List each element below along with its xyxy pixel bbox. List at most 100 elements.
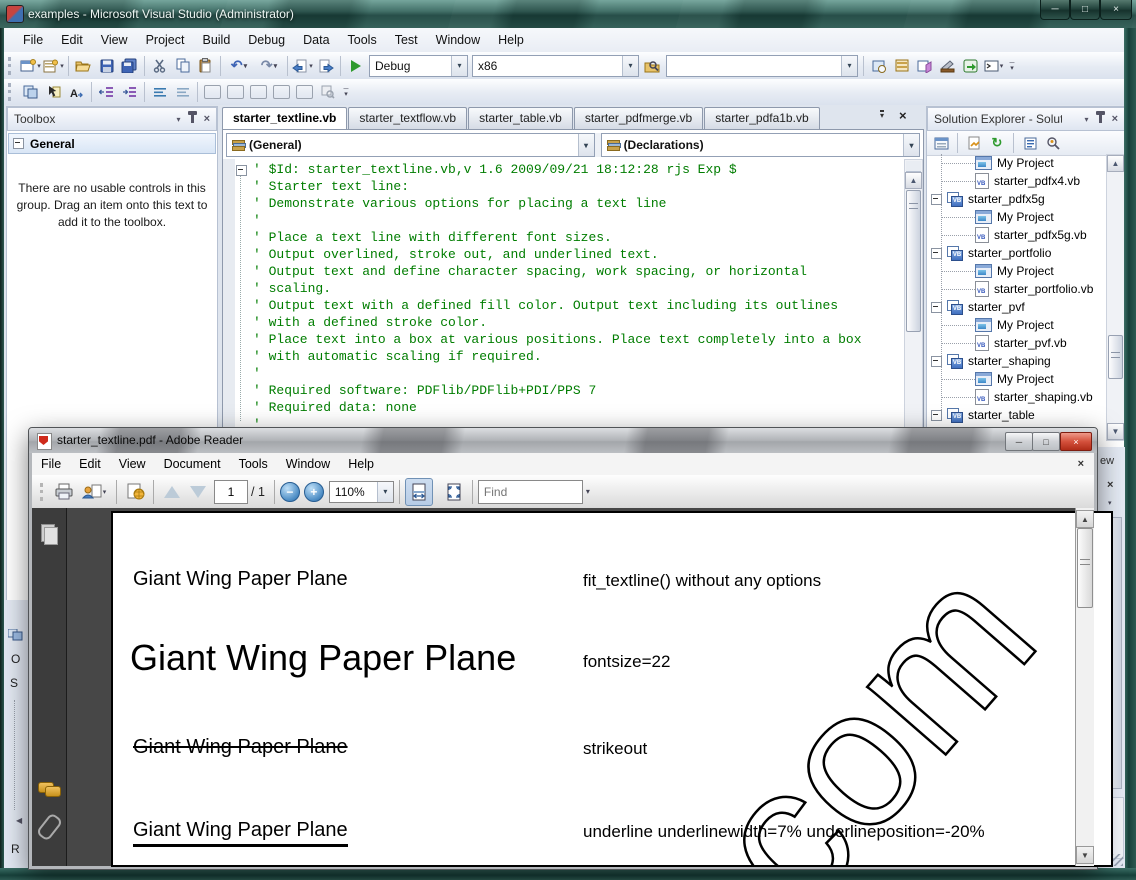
- uncomment-lines-button[interactable]: [171, 81, 194, 103]
- toolbar-overflow-button[interactable]: ─▾: [1005, 55, 1019, 77]
- show-all-files-button[interactable]: [964, 133, 984, 153]
- solution-explorer-titlebar[interactable]: Solution Explorer - Solutio... ▾ ×: [927, 107, 1125, 131]
- toolbox-titlebar[interactable]: Toolbox ▾ ×: [7, 107, 217, 131]
- close-icon[interactable]: ×: [1112, 113, 1118, 125]
- open-file-button[interactable]: [72, 55, 95, 77]
- zoom-in-button[interactable]: +: [304, 482, 324, 502]
- cut-button[interactable]: [148, 55, 171, 77]
- tree-item-starter-pvf-vb[interactable]: VBstarter_pvf.vb: [927, 334, 1107, 352]
- vs-menu-edit[interactable]: Edit: [52, 29, 92, 51]
- tab-starter-table[interactable]: starter_table.vb: [468, 107, 573, 129]
- toolbar-grip[interactable]: [40, 483, 47, 501]
- attachments-panel-icon[interactable]: [35, 812, 63, 842]
- adobe-menu-window[interactable]: Window: [277, 457, 339, 471]
- collapse-icon[interactable]: [931, 410, 942, 421]
- tree-item-starter-pdfx5g[interactable]: VBstarter_pdfx5g: [927, 190, 1107, 208]
- adobe-menu-tools[interactable]: Tools: [230, 457, 277, 471]
- adobe-maximize-button[interactable]: □: [1032, 432, 1060, 451]
- pin-icon[interactable]: [1099, 115, 1102, 123]
- find-dropdown-button[interactable]: ▾: [586, 487, 590, 496]
- vs-menu-data[interactable]: Data: [294, 29, 338, 51]
- adobe-menu-edit[interactable]: Edit: [70, 457, 110, 471]
- properties-button[interactable]: [931, 133, 951, 153]
- toolbar-overflow-button[interactable]: ─▾: [339, 81, 353, 103]
- toolbar-grip[interactable]: [8, 83, 15, 101]
- adobe-close-button[interactable]: ×: [1060, 432, 1092, 451]
- collaborate-button[interactable]: ▾: [77, 479, 111, 505]
- toolbox-toolbar-button[interactable]: [936, 55, 959, 77]
- disabled-style-button[interactable]: [316, 81, 339, 103]
- disabled-style-button[interactable]: [293, 81, 316, 103]
- vs-menu-project[interactable]: Project: [137, 29, 194, 51]
- scrolling-mode-button[interactable]: [405, 478, 433, 506]
- objects-combo[interactable]: (General) ▾: [226, 133, 595, 157]
- redo-button[interactable]: ↷▾: [254, 55, 284, 77]
- declarations-combo[interactable]: (Declarations) ▾: [601, 133, 920, 157]
- tree-item-my-project[interactable]: My Project: [927, 370, 1107, 388]
- word-wrap-button[interactable]: A: [65, 81, 88, 103]
- scroll-up-button[interactable]: ▲: [905, 172, 922, 189]
- scroll-up-button[interactable]: ▲: [1076, 510, 1094, 528]
- page-number-input[interactable]: [214, 480, 248, 504]
- comment-lines-button[interactable]: [148, 81, 171, 103]
- navigate-backward-button[interactable]: ▾: [291, 55, 314, 77]
- find-input[interactable]: [478, 480, 583, 504]
- save-button[interactable]: [95, 55, 118, 77]
- collapse-icon[interactable]: [13, 138, 24, 149]
- scroll-down-button[interactable]: ▼: [1107, 423, 1124, 440]
- disabled-style-button[interactable]: [270, 81, 293, 103]
- pin-icon[interactable]: [191, 115, 194, 123]
- vs-menu-view[interactable]: View: [92, 29, 137, 51]
- hidden-panel-close-button[interactable]: ×: [1107, 479, 1113, 491]
- collapse-icon[interactable]: [931, 302, 942, 313]
- save-all-button[interactable]: [118, 55, 141, 77]
- print-button[interactable]: [51, 479, 77, 505]
- vs-menu-test[interactable]: Test: [386, 29, 427, 51]
- start-debugging-button[interactable]: [344, 55, 367, 77]
- zoom-level-combo[interactable]: 110%▾: [329, 481, 394, 503]
- adobe-menu-view[interactable]: View: [110, 457, 155, 471]
- tab-starter-pdfmerge[interactable]: starter_pdfmerge.vb: [574, 107, 703, 129]
- tab-starter-pdfa1b[interactable]: starter_pdfa1b.vb: [704, 107, 819, 129]
- solution-explorer-toolbar-button[interactable]: [867, 55, 890, 77]
- disabled-style-button[interactable]: [201, 81, 224, 103]
- find-combo[interactable]: ▾: [666, 55, 858, 77]
- solution-configurations-combo[interactable]: Debug▾: [369, 55, 468, 77]
- tree-item-starter-shaping-vb[interactable]: VBstarter_shaping.vb: [927, 388, 1107, 406]
- adobe-menu-help[interactable]: Help: [339, 457, 383, 471]
- navigate-forward-button[interactable]: [314, 55, 337, 77]
- paste-button[interactable]: [194, 55, 217, 77]
- add-item-button[interactable]: ▾: [42, 55, 65, 77]
- adobe-menu-document[interactable]: Document: [155, 457, 230, 471]
- tree-item-my-project[interactable]: My Project: [927, 316, 1107, 334]
- hidden-scroll-left-button[interactable]: ◀: [16, 816, 22, 825]
- new-project-button[interactable]: ▾: [19, 55, 42, 77]
- online-services-button[interactable]: [122, 479, 148, 505]
- vs-menu-file[interactable]: File: [14, 29, 52, 51]
- tree-item-starter-portfolio-vb[interactable]: VBstarter_portfolio.vb: [927, 280, 1107, 298]
- toolbar-grip[interactable]: [8, 57, 15, 75]
- tab-starter-textflow[interactable]: starter_textflow.vb: [348, 107, 467, 129]
- tree-item-starter-pdfx5g-vb[interactable]: VBstarter_pdfx5g.vb: [927, 226, 1107, 244]
- vs-minimize-button[interactable]: ─: [1040, 0, 1070, 20]
- adobe-minimize-button[interactable]: ─: [1005, 432, 1033, 451]
- solution-platforms-combo[interactable]: x86▾: [472, 55, 639, 77]
- refresh-button[interactable]: ↻: [987, 133, 1007, 153]
- vs-menu-tools[interactable]: Tools: [339, 29, 386, 51]
- document-vertical-scrollbar[interactable]: ▲ ▼: [1075, 508, 1094, 866]
- vs-close-button[interactable]: ×: [1100, 0, 1132, 20]
- tree-item-starter-pvf[interactable]: VBstarter_pvf: [927, 298, 1107, 316]
- vs-menu-window[interactable]: Window: [427, 29, 489, 51]
- close-icon[interactable]: ×: [204, 113, 210, 125]
- tree-item-starter-table[interactable]: VBstarter_table: [927, 406, 1107, 424]
- zoom-out-button[interactable]: −: [280, 482, 300, 502]
- scroll-down-button[interactable]: ▼: [1076, 846, 1094, 864]
- scrollbar-thumb[interactable]: [906, 190, 921, 332]
- select-pointer-button[interactable]: [42, 81, 65, 103]
- collapse-icon[interactable]: [931, 248, 942, 259]
- close-document-button[interactable]: ×: [899, 108, 907, 123]
- scrollbar-thumb[interactable]: [1108, 335, 1123, 379]
- tree-item-my-project[interactable]: My Project: [927, 208, 1107, 226]
- decrease-indent-button[interactable]: [95, 81, 118, 103]
- tree-item-starter-portfolio[interactable]: VBstarter_portfolio: [927, 244, 1107, 262]
